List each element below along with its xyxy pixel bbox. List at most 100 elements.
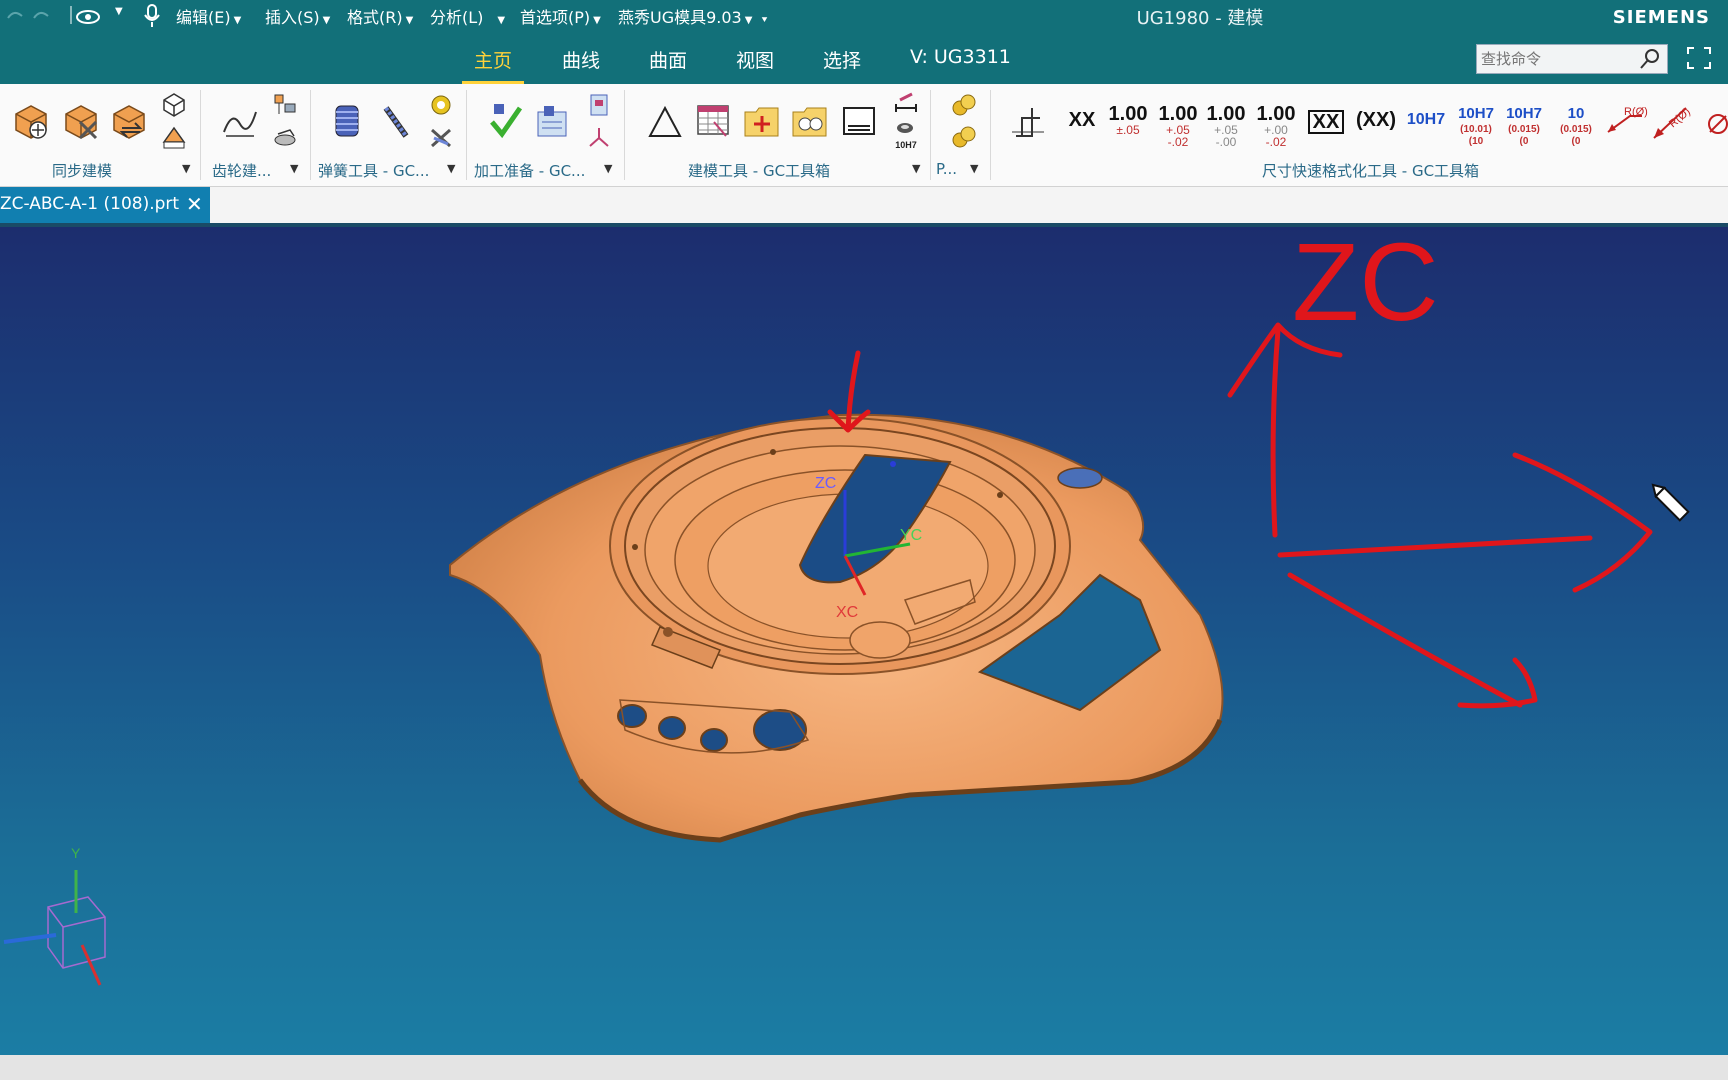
menu-label: 分析(L) [430,8,484,27]
group-label-machining-prep: 加工准备 - GC... [474,162,586,180]
status-strip [0,1055,1728,1080]
xc-label: XC [836,604,858,621]
replace-face-icon[interactable] [108,100,150,142]
radius-diameter-button[interactable]: R(Ø) [1650,102,1694,142]
dimension-value: 1.00 [1108,103,1148,125]
tab-ug3311[interactable]: V: UG3311 [910,46,1011,68]
coins-icon[interactable] [950,92,978,120]
dimension-sym-tol-button[interactable]: 1.00 ±.05 [1106,104,1150,136]
group-separator [466,90,467,180]
tab-view[interactable]: 视图 [736,46,774,73]
document-tab[interactable]: ZC-ABC-A-1 (108).prt ✕ [0,187,210,223]
undo-redo-icons[interactable] [4,6,60,26]
close-icon[interactable]: ✕ [186,192,203,216]
menu-preferences[interactable]: 首选项(P) ▼ [520,4,601,28]
group-expand-caret[interactable]: ▼ [970,162,978,175]
command-search [1476,44,1668,74]
spring-delete-icon[interactable] [428,124,454,150]
siemens-logo: SIEMENS [1612,7,1710,28]
spring-tool-icon[interactable] [378,102,414,142]
dimension-fit-label: 10H7 [1506,105,1542,122]
dimension-fit-h7-tol-button[interactable]: 10H7 (0.015) (0 [1502,104,1546,148]
dimension-fit-sub: (10.01) [1460,124,1492,135]
group-separator [310,90,311,180]
dimension-basic-box-button[interactable]: XX [1308,110,1344,134]
document-tab-name: ZC-ABC-A-1 (108).prt [0,194,180,214]
dimension-fit-h7-limits-button[interactable]: 10H7 (10.01) (10 [1454,104,1498,148]
measure-tool-icon[interactable] [892,90,920,118]
gear-sketch-icon[interactable] [220,106,260,140]
view-x-axis [80,944,102,986]
dimension-style-icon[interactable] [1010,102,1048,142]
pull-face-icon[interactable] [160,122,188,150]
table-icon[interactable] [694,102,732,140]
dimension-value: 1.00 [1256,103,1296,125]
dimension-tolerance: ±.05 [1116,123,1140,137]
group-expand-caret[interactable]: ▼ [447,162,455,175]
ribbon: 同步建模 ▼ 齿轮建... ▼ 弹簧工具 - GC... ▼ 加工准备 - GC… [0,84,1728,187]
up-arrow-annotation [1227,322,1343,538]
tab-home[interactable]: 主页 [461,46,525,84]
group-separator [624,90,625,180]
check-model-icon[interactable] [486,102,526,142]
offset-region-icon[interactable] [160,90,188,118]
gear-list-icon[interactable] [272,92,298,118]
menu-analysis[interactable]: 分析(L) ▼ [430,4,505,28]
dimension-tol-05-02-button[interactable]: 1.00 +.05 -.02 [1156,104,1200,148]
radius-dimension-button[interactable]: R(Ø) [1602,102,1648,142]
group-expand-caret[interactable]: ▼ [604,162,612,175]
diameter-icon[interactable] [1704,110,1728,138]
menu-format[interactable]: 格式(R) ▼ [347,4,413,28]
command-search-input[interactable] [1477,45,1633,73]
dimension-reference-button[interactable]: (XX) [1354,110,1398,130]
machining-origin-icon[interactable] [586,124,612,150]
dimension-fit-label: 10 [1567,105,1585,122]
dimension-xx-button[interactable]: XX [1062,110,1102,130]
dimension-value: 1.00 [1158,103,1198,125]
machining-report-icon[interactable] [586,92,612,118]
move-face-icon[interactable] [10,100,52,142]
hole-fit-button[interactable]: 10H7 [890,120,922,150]
group-expand-caret[interactable]: ▼ [912,162,920,175]
menu-edit[interactable]: 编辑(E) ▼ [176,4,241,28]
dimension-tol-value-button[interactable]: 10 (0.015) (0 [1554,104,1598,148]
dimension-tolerance-lower: -.02 [1167,135,1189,149]
gear-display-icon[interactable] [272,124,298,150]
delete-face-icon[interactable] [60,100,102,142]
group-expand-caret[interactable]: ▼ [290,162,298,175]
menu-insert[interactable]: 插入(S) ▼ [265,4,330,28]
dimension-boxed-label: XX [1308,110,1344,134]
dimension-value: 1.00 [1206,103,1246,125]
view-visibility-button[interactable]: ▼ [68,4,123,32]
fullscreen-icon[interactable] [1686,46,1712,70]
tab-select[interactable]: 选择 [823,46,861,73]
dimension-tol-00-02-button[interactable]: 1.00 +.00 -.02 [1254,104,1298,148]
cylindrical-spring-icon[interactable] [332,102,362,142]
drawing-frame-icon[interactable] [840,102,878,140]
search-icon[interactable] [1639,48,1661,70]
dimension-tol-05-00-button[interactable]: 1.00 +.05 -.00 [1204,104,1248,148]
tab-surface[interactable]: 曲面 [649,46,687,73]
machining-assembly-icon[interactable] [532,102,572,142]
tab-curve[interactable]: 曲线 [562,46,600,73]
menu-label: 首选项(P) [520,8,591,27]
menu-yanxiu-mold[interactable]: 燕秀UG模具9.03 ▼ ⯆ [618,4,768,28]
dimension-fit-sub: (0 [1519,136,1529,147]
graphics-viewport[interactable]: ZC YC XC ZC Y [0,227,1728,1055]
folder-group-icon[interactable] [790,102,830,140]
folder-add-icon[interactable] [742,102,782,140]
dimension-fit-h7-button[interactable]: 10H7 [1404,110,1448,130]
group-expand-caret[interactable]: ▼ [182,162,190,175]
window-title: UG1980 - 建模 [1136,8,1264,29]
triangle-icon[interactable] [646,104,684,140]
coins-stack-icon[interactable] [950,124,978,152]
microphone-icon[interactable] [142,3,162,29]
zc-handwritten-label: ZC [1292,227,1439,344]
document-tab-bar: ZC-ABC-A-1 (108).prt ✕ [0,187,1728,227]
dimension-xx-label: XX [1068,109,1096,131]
down-arrow-annotation [827,350,871,433]
dimension-fit-label: 10H7 [1406,111,1446,128]
viewport-scene: ZC YC XC ZC Y [3,227,1690,986]
hole-fit-icon [897,123,913,133]
spring-settings-icon[interactable] [428,92,454,118]
